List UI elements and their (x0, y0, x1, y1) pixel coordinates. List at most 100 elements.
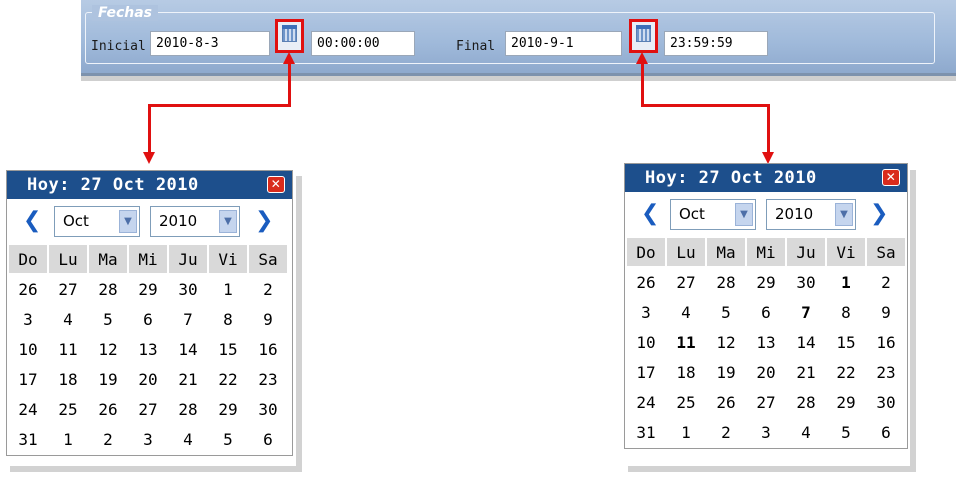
year-select[interactable]: 2010 ▼ (150, 206, 240, 237)
calendar-day[interactable]: 22 (827, 358, 865, 386)
calendar-day[interactable]: 27 (667, 268, 705, 296)
month-select[interactable]: Oct ▼ (54, 206, 140, 237)
inicial-date-field[interactable]: 2010-8-3 (150, 31, 270, 56)
calendar-day[interactable]: 17 (627, 358, 665, 386)
calendar-day[interactable]: 23 (249, 365, 287, 393)
calendar-day[interactable]: 22 (209, 365, 247, 393)
calendar-day[interactable]: 3 (747, 418, 785, 446)
month-select[interactable]: Oct ▼ (670, 199, 756, 230)
calendar-day[interactable]: 16 (249, 335, 287, 363)
calendar-day[interactable]: 11 (667, 328, 705, 356)
calendar-day[interactable]: 4 (787, 418, 825, 446)
calendar-day[interactable]: 6 (129, 305, 167, 333)
calendar-day[interactable]: 26 (707, 388, 745, 416)
calendar-day[interactable]: 5 (89, 305, 127, 333)
calendar-day[interactable]: 17 (9, 365, 47, 393)
calendar-day[interactable]: 7 (169, 305, 207, 333)
calendar-day[interactable]: 9 (249, 305, 287, 333)
calendar-day[interactable]: 18 (667, 358, 705, 386)
calendar-day[interactable]: 19 (707, 358, 745, 386)
calendar-day[interactable]: 29 (747, 268, 785, 296)
prev-month-icon[interactable]: ❮ (641, 201, 659, 226)
final-date-field[interactable]: 2010-9-1 (505, 31, 622, 56)
calendar-day-today[interactable]: 27 (129, 395, 167, 423)
calendar-day[interactable]: 15 (209, 335, 247, 363)
calendar-day[interactable]: 18 (49, 365, 87, 393)
final-calendar-button[interactable] (629, 19, 658, 53)
calendar-day[interactable]: 29 (209, 395, 247, 423)
calendar-day[interactable]: 25 (667, 388, 705, 416)
calendar-day[interactable]: 20 (129, 365, 167, 393)
calendar-day[interactable]: 21 (787, 358, 825, 386)
calendar-day[interactable]: 6 (249, 425, 287, 453)
prev-month-icon[interactable]: ❮ (23, 208, 41, 233)
calendar-day[interactable]: 30 (867, 388, 905, 416)
calendar-day[interactable]: 26 (9, 275, 47, 303)
calendar-day[interactable]: 6 (747, 298, 785, 326)
calendar-day[interactable]: 2 (89, 425, 127, 453)
calendar-day[interactable]: 31 (627, 418, 665, 446)
calendar-day[interactable]: 12 (89, 335, 127, 363)
calendar-day[interactable]: 24 (627, 388, 665, 416)
calendar-day[interactable]: 6 (867, 418, 905, 446)
calendar-day[interactable]: 5 (827, 418, 865, 446)
calendar-day[interactable]: 7 (787, 298, 825, 326)
calendar-day[interactable]: 3 (627, 298, 665, 326)
inicial-calendar-button[interactable] (275, 19, 304, 53)
calendar-day[interactable]: 2 (707, 418, 745, 446)
close-icon[interactable]: ✕ (882, 169, 900, 186)
calendar-day[interactable]: 14 (787, 328, 825, 356)
calendar-day[interactable]: 30 (169, 275, 207, 303)
calendar-day[interactable]: 9 (867, 298, 905, 326)
calendar-day[interactable]: 28 (169, 395, 207, 423)
calendar-day[interactable]: 30 (787, 268, 825, 296)
calendar-day[interactable]: 16 (867, 328, 905, 356)
calendar-day[interactable]: 28 (89, 275, 127, 303)
calendar-day[interactable]: 20 (747, 358, 785, 386)
calendar-day[interactable]: 19 (89, 365, 127, 393)
calendar-day[interactable]: 12 (707, 328, 745, 356)
calendar-day[interactable]: 10 (9, 335, 47, 363)
calendar-day[interactable]: 10 (627, 328, 665, 356)
close-icon[interactable]: ✕ (267, 176, 285, 193)
calendar-day[interactable]: 28 (707, 268, 745, 296)
calendar-day[interactable]: 15 (827, 328, 865, 356)
calendar-day[interactable]: 4 (667, 298, 705, 326)
calendar-day[interactable]: 3 (129, 425, 167, 453)
calendar-day[interactable]: 11 (49, 335, 87, 363)
calendar-day[interactable]: 30 (249, 395, 287, 423)
calendar-day[interactable]: 5 (707, 298, 745, 326)
calendar-day[interactable]: 24 (9, 395, 47, 423)
calendar-day[interactable]: 8 (827, 298, 865, 326)
calendar-day[interactable]: 26 (89, 395, 127, 423)
calendar-day[interactable]: 1 (827, 268, 865, 296)
calendar-day[interactable]: 31 (9, 425, 47, 453)
next-month-icon[interactable]: ❯ (870, 201, 888, 226)
calendar-day[interactable]: 29 (827, 388, 865, 416)
next-month-icon[interactable]: ❯ (255, 208, 273, 233)
calendar-day[interactable]: 1 (49, 425, 87, 453)
calendar-day[interactable]: 1 (209, 275, 247, 303)
calendar-day[interactable]: 3 (9, 305, 47, 333)
inicial-time-field[interactable]: 00:00:00 (311, 31, 415, 56)
calendar-day[interactable]: 28 (787, 388, 825, 416)
calendar-day[interactable]: 1 (667, 418, 705, 446)
calendar-day[interactable]: 23 (867, 358, 905, 386)
calendar-day[interactable]: 8 (209, 305, 247, 333)
calendar-day[interactable]: 2 (867, 268, 905, 296)
calendar-day[interactable]: 29 (129, 275, 167, 303)
year-select[interactable]: 2010 ▼ (766, 199, 856, 230)
calendar-day[interactable]: 2 (249, 275, 287, 303)
calendar-day[interactable]: 14 (169, 335, 207, 363)
calendar-day[interactable]: 4 (169, 425, 207, 453)
calendar-day[interactable]: 13 (129, 335, 167, 363)
final-time-field[interactable]: 23:59:59 (664, 31, 768, 56)
calendar-day[interactable]: 25 (49, 395, 87, 423)
calendar-day[interactable]: 4 (49, 305, 87, 333)
calendar-day[interactable]: 26 (627, 268, 665, 296)
calendar-day[interactable]: 5 (209, 425, 247, 453)
calendar-day[interactable]: 21 (169, 365, 207, 393)
calendar-day[interactable]: 13 (747, 328, 785, 356)
calendar-day[interactable]: 27 (49, 275, 87, 303)
calendar-day-today[interactable]: 27 (747, 388, 785, 416)
